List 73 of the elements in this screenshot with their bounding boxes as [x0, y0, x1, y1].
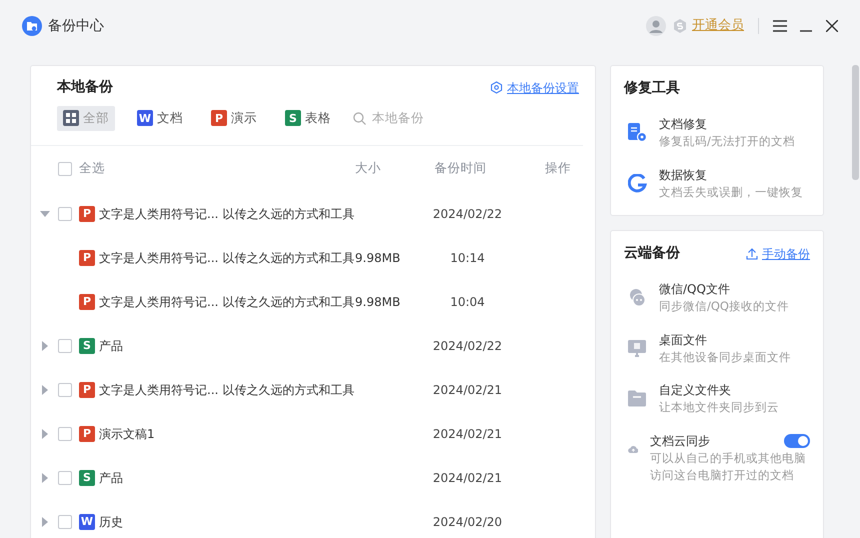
tool-title[interactable]: 数据恢复	[659, 166, 707, 184]
grid-icon	[63, 110, 79, 126]
tool-description: 同步微信/QQ接收的文件	[659, 298, 790, 315]
file-type-icon: P	[79, 294, 95, 310]
file-name: 演示文稿1	[99, 426, 156, 443]
scrollbar-thumb[interactable]	[852, 65, 859, 180]
tool-title[interactable]: 微信/QQ文件	[659, 280, 730, 298]
tool-description: 在其他设备同步桌面文件	[659, 348, 792, 366]
checkbox[interactable]	[58, 206, 72, 221]
file-name: 文字是人类用符号记... 以传之久远的方式和工具	[99, 206, 355, 223]
panel-title: 修复工具	[624, 79, 680, 98]
file-name: 产品	[99, 338, 124, 355]
monitor-icon	[628, 338, 647, 358]
file-name: 文字是人类用符号记... 以传之久远的方式和工具	[99, 250, 355, 267]
column-header: 操作	[544, 159, 572, 178]
coin-icon	[673, 19, 687, 33]
tool-description: 让本地文件夹同步到云	[659, 399, 780, 416]
file-type-icon: P	[79, 206, 95, 222]
file-name: 文字是人类用符号记... 以传之久远的方式和工具	[99, 294, 355, 311]
file-type-icon: P	[79, 382, 95, 398]
filter-tab[interactable]: P 演示	[205, 106, 263, 131]
backup-time: 2024/02/21	[432, 382, 504, 399]
chat-bubble-icon	[628, 288, 647, 307]
file-type-icon: P	[79, 250, 95, 266]
file-size: 9.98MB	[355, 250, 402, 267]
tool-title[interactable]: 桌面文件	[659, 330, 707, 349]
backup-time: 10:04	[449, 294, 486, 311]
backup-time: 2024/02/22	[432, 206, 504, 223]
backup-time: 10:14	[449, 250, 486, 267]
toggle-switch[interactable]	[784, 434, 810, 448]
column-header: 全选	[79, 159, 106, 178]
search-icon	[353, 112, 366, 125]
tool-description: 文档丢失或误删，一键恢复	[659, 184, 804, 200]
file-type-icon: W	[79, 514, 95, 530]
backup-time: 2024/02/21	[432, 470, 504, 487]
tool-description: 可以从自己的手机或其他电脑访问这台电脑打开过的文档	[650, 450, 808, 484]
panel-title: 本地备份	[57, 78, 113, 97]
tool-title[interactable]: 自定义文件夹	[659, 381, 731, 400]
panel-title: 云端备份	[624, 244, 680, 263]
folder-icon	[628, 389, 647, 408]
filter-tab[interactable]: S 表格	[279, 106, 337, 131]
manual-backup-link[interactable]: 手动备份	[746, 244, 810, 262]
column-header: 备份时间	[434, 159, 488, 178]
file-size: 9.98MB	[355, 294, 402, 311]
document-gear-icon	[628, 123, 647, 142]
settings-icon	[490, 81, 503, 94]
file-name: 历史	[99, 514, 124, 531]
checkbox[interactable]	[58, 514, 72, 529]
checkbox[interactable]	[58, 162, 72, 176]
app-logo-icon	[22, 16, 42, 36]
file-type-icon: S	[79, 338, 95, 354]
file-type-icon: S	[79, 470, 95, 486]
backup-time: 2024/02/20	[432, 514, 504, 531]
backup-time: 2024/02/22	[432, 338, 504, 355]
file-name: 产品	[99, 470, 124, 487]
filter-tab[interactable]: W 文档	[131, 106, 189, 131]
file-type-icon: P	[79, 426, 95, 442]
tool-description: 修复乱码/无法打开的文档	[659, 133, 796, 150]
checkbox[interactable]	[58, 470, 72, 485]
checkbox[interactable]	[58, 382, 72, 397]
window-title: 备份中心	[48, 16, 104, 36]
checkbox[interactable]	[58, 426, 72, 441]
tool-title[interactable]: 文档云同步	[650, 432, 710, 450]
settings-link[interactable]: 本地备份设置	[490, 78, 579, 96]
file-name: 文字是人类用符号记... 以传之久远的方式和工具	[99, 382, 355, 399]
upload-icon	[746, 248, 758, 260]
close-icon[interactable]	[826, 20, 838, 32]
backup-time: 2024/02/21	[432, 426, 504, 443]
column-header: 大小	[355, 159, 382, 178]
checkbox[interactable]	[58, 338, 72, 353]
avatar-icon[interactable]	[646, 16, 666, 36]
menu-icon[interactable]	[773, 20, 787, 32]
tool-title[interactable]: 文档修复	[659, 115, 707, 133]
